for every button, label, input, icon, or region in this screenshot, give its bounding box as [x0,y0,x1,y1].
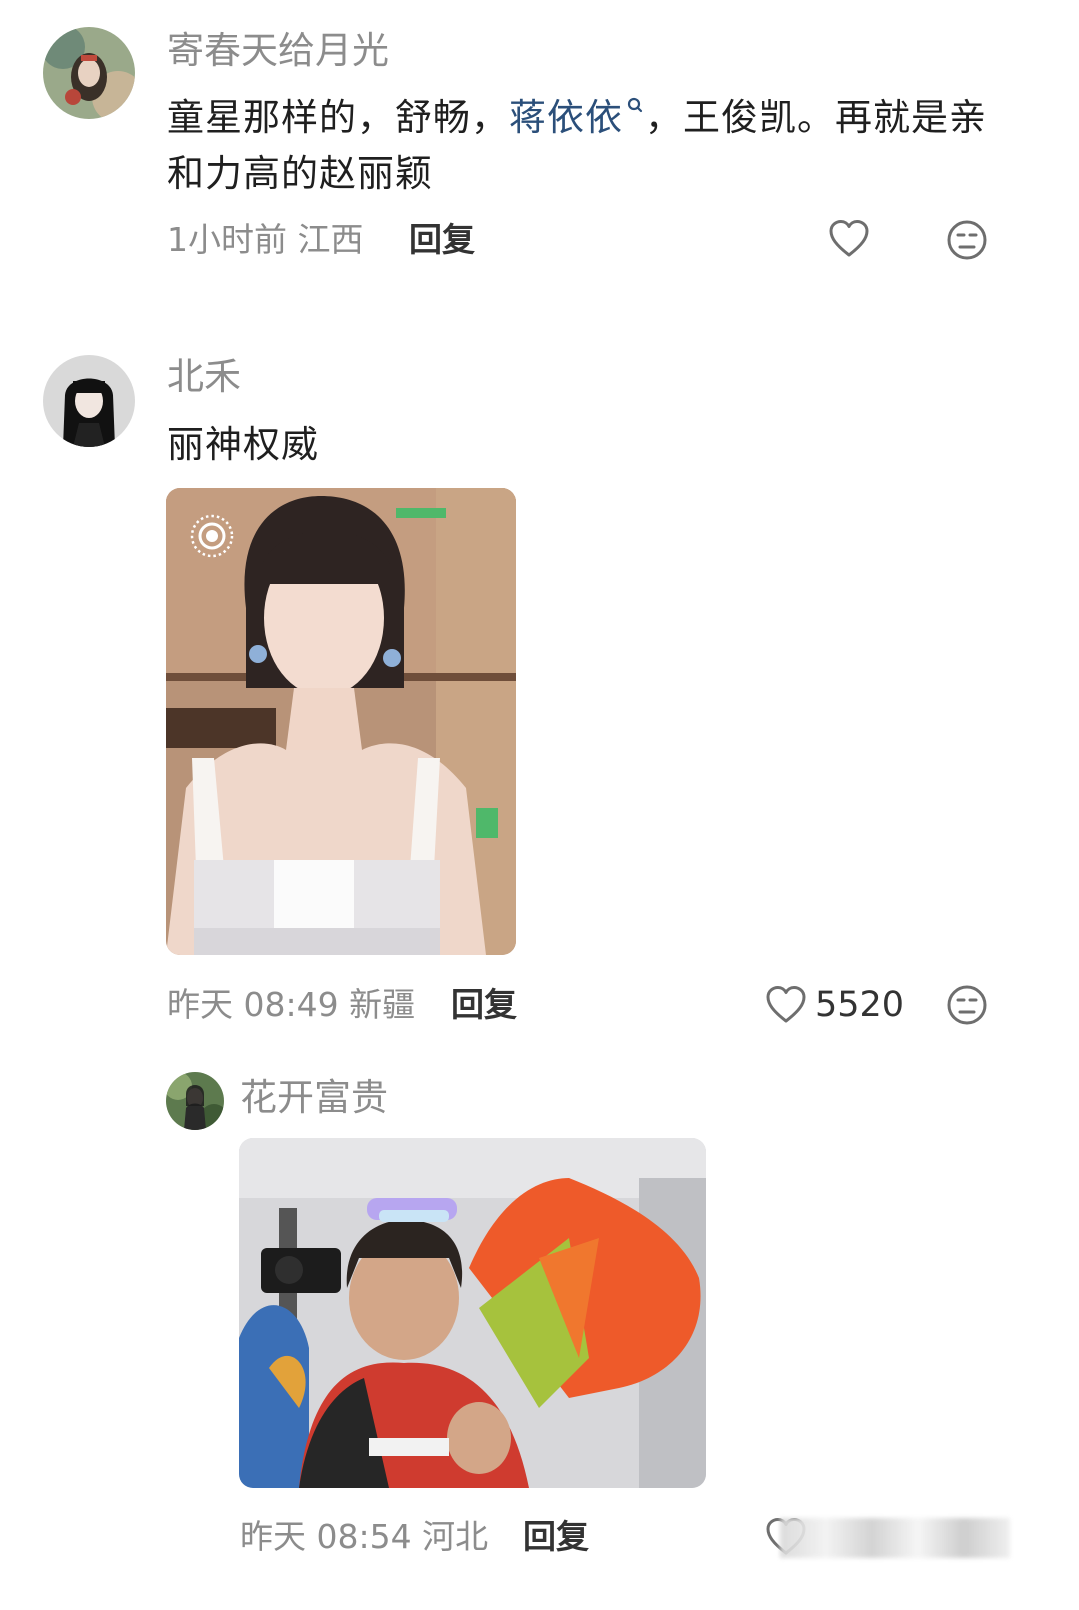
comment-image[interactable] [166,488,516,955]
neutral-face-icon[interactable] [946,984,988,1026]
reply-image[interactable] [239,1138,706,1488]
reply-meta: 昨天 08:54 河北 [240,1517,489,1556]
comment-text-part: 童星那样的，舒畅， [167,96,509,139]
reply-button[interactable]: 回复 [409,220,475,260]
username[interactable]: 北禾 [167,355,241,399]
topic-link[interactable]: 蒋依依 [509,96,645,139]
reply-button[interactable]: 回复 [451,985,517,1025]
avatar[interactable] [43,355,135,447]
topic-link-label: 蒋依依 [509,96,623,139]
like-count-blurred [780,1518,1010,1558]
comment-text: 童星那样的，舒畅，蒋依依 ，王俊凯。再就是亲和力高的赵丽颖 [167,90,997,202]
like-count: 5520 [815,985,905,1025]
username[interactable]: 花开富贵 [240,1076,388,1120]
comment-meta: 昨天 08:49 新疆 [167,985,416,1024]
heart-outline-icon[interactable] [765,985,807,1025]
search-icon [627,97,643,113]
live-photo-icon [190,514,234,558]
avatar[interactable] [166,1072,224,1130]
username[interactable]: 寄春天给月光 [167,29,389,73]
heart-outline-icon[interactable] [828,219,870,259]
comment-meta: 1小时前 江西 [167,220,364,259]
avatar[interactable] [43,27,135,119]
reply-button[interactable]: 回复 [523,1517,589,1557]
comment-text: 丽神权威 [167,423,319,466]
neutral-face-icon[interactable] [946,219,988,261]
